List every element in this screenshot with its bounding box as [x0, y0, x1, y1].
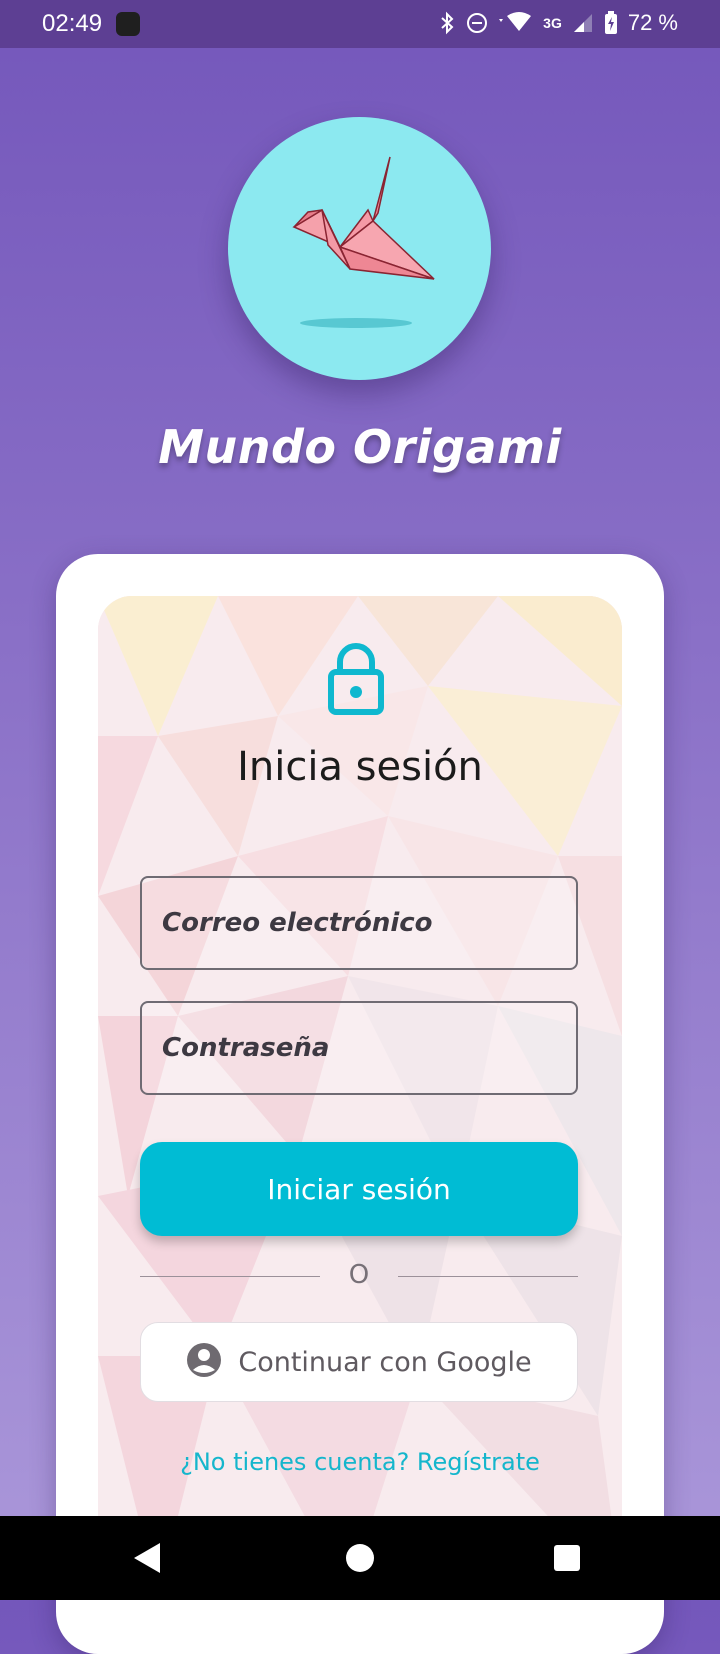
- or-divider: O: [140, 1260, 578, 1292]
- account-circle-icon: [186, 1342, 222, 1382]
- back-triangle-icon[interactable]: [134, 1542, 162, 1578]
- email-input[interactable]: [142, 878, 576, 968]
- signal-icon: [572, 12, 594, 34]
- bluetooth-icon: [439, 11, 455, 35]
- recents-square-icon[interactable]: [554, 1545, 580, 1571]
- status-icons: 3G 72 %: [439, 10, 678, 36]
- network-type: 3G: [543, 15, 562, 31]
- signup-link[interactable]: ¿No tienes cuenta? Regístrate: [98, 1448, 622, 1476]
- lock-icon: [326, 640, 386, 722]
- wifi-icon: [499, 11, 533, 35]
- google-button-label: Continuar con Google: [238, 1346, 532, 1378]
- home-circle-icon[interactable]: [346, 1544, 374, 1572]
- system-navigation-bar: [0, 1516, 720, 1600]
- divider-text: O: [348, 1260, 370, 1290]
- app-logo: [228, 117, 491, 380]
- login-button[interactable]: Iniciar sesión: [140, 1142, 578, 1236]
- google-signin-button[interactable]: Continuar con Google: [140, 1322, 578, 1402]
- app-title: Mundo Origami: [158, 420, 562, 474]
- password-field[interactable]: [140, 1001, 578, 1095]
- status-bar: 02:49 3G 72 %: [0, 0, 720, 48]
- battery-icon: [604, 11, 618, 35]
- battery-percentage: 72 %: [627, 10, 678, 35]
- divider-line-right: [398, 1276, 578, 1277]
- login-title: Inicia sesión: [237, 744, 483, 790]
- status-time: 02:49: [42, 10, 103, 37]
- email-field[interactable]: [140, 876, 578, 970]
- password-input[interactable]: [142, 1003, 576, 1093]
- login-card-content: Inicia sesión Iniciar sesión O Continuar…: [98, 596, 622, 1596]
- origami-crane-icon: [292, 156, 435, 328]
- notification-app-icon: [116, 12, 140, 36]
- do-not-disturb-icon: [465, 11, 489, 35]
